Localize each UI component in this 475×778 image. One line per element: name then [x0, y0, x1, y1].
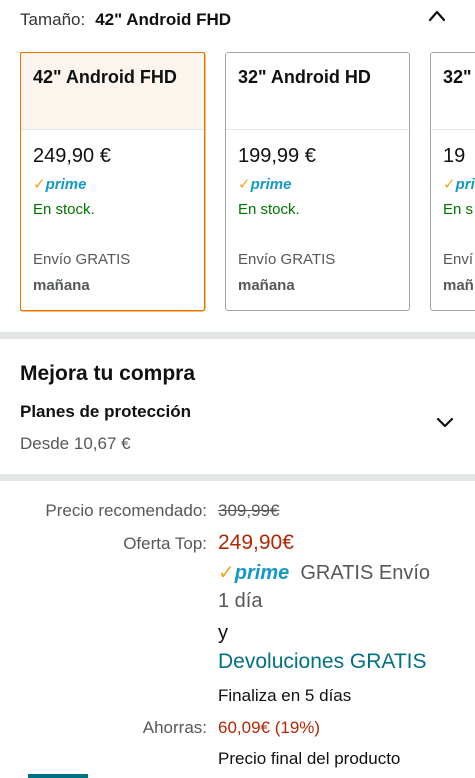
prime-check-icon: ✓: [33, 176, 46, 193]
swatch-price: 19: [443, 145, 466, 167]
size-swatch-list: 42" Android FHD 249,90 € ✓prime En stock…: [20, 52, 475, 312]
prime-check-icon: ✓: [443, 176, 456, 193]
swatch-title: 32": [431, 53, 475, 130]
prime-word: prime: [250, 176, 292, 193]
deal-price-label: Oferta Top:: [123, 534, 207, 553]
free-returns-link[interactable]: Devoluciones GRATIS: [218, 650, 427, 674]
chevron-down-icon[interactable]: [435, 412, 455, 432]
prime-badge: ✓pri: [443, 175, 475, 193]
deal-ends-text: Finaliza en 5 días: [218, 686, 352, 705]
prime-check-icon: ✓: [218, 562, 235, 584]
size-label: Tamaño:: [20, 10, 86, 29]
size-swatch-42-android-fhd[interactable]: 42" Android FHD 249,90 € ✓prime En stock…: [20, 52, 205, 311]
protection-plans-title[interactable]: Planes de protección: [20, 402, 191, 422]
shipping-day: mañ: [443, 277, 474, 294]
swatch-title: 42" Android FHD: [21, 53, 204, 130]
list-price-value: 309,99€: [218, 501, 280, 520]
shipping-day: mañana: [238, 277, 295, 294]
prime-word: prime: [45, 176, 87, 193]
and-text: y: [218, 622, 228, 644]
section-divider: [0, 474, 475, 481]
free-shipping-text: GRATIS Envío: [300, 562, 431, 584]
deal-price-value: 249,90€: [218, 531, 294, 554]
shipping-info: Envío GRATIS: [33, 251, 131, 268]
final-price-note: Precio final del producto: [218, 749, 401, 768]
savings-value: 60,09€ (19%): [218, 718, 321, 737]
stock-status: En stock.: [238, 201, 300, 218]
chevron-up-icon[interactable]: [427, 6, 447, 26]
prime-check-icon: ✓: [238, 176, 251, 193]
size-swatch-32-partial[interactable]: 32" 19 ✓pri En s Enví mañ: [430, 52, 475, 311]
stock-status: En s: [443, 201, 474, 218]
shipping-days: 1 día: [218, 590, 263, 612]
stock-status: En stock.: [33, 201, 95, 218]
size-swatch-32-android-hd[interactable]: 32" Android HD 199,99 € ✓prime En stock.…: [225, 52, 410, 311]
size-selector-header[interactable]: Tamaño: 42" Android FHD: [20, 8, 455, 32]
section-divider: [0, 332, 475, 339]
shipping-info: Enví: [443, 251, 474, 268]
selected-size-value: 42" Android FHD: [95, 10, 232, 29]
swatch-title: 32" Android HD: [226, 53, 409, 130]
savings-label: Ahorras:: [142, 718, 207, 737]
prime-shipping-line: ✓prime GRATIS Envío: [218, 560, 430, 585]
prime-word: pri: [455, 176, 475, 193]
prime-badge: ✓prime: [238, 175, 291, 193]
bottom-indicator: [28, 774, 88, 778]
shipping-day: mañana: [33, 277, 90, 294]
swatch-price: 249,90 €: [33, 145, 111, 167]
list-price-label: Precio recomendado:: [45, 501, 207, 520]
swatch-price: 199,99 €: [238, 145, 316, 167]
prime-badge: ✓prime: [33, 175, 86, 193]
shipping-info: Envío GRATIS: [238, 251, 336, 268]
upgrade-heading: Mejora tu compra: [20, 362, 196, 385]
protection-plans-price: Desde 10,67 €: [20, 434, 131, 453]
prime-word: prime: [234, 562, 290, 584]
